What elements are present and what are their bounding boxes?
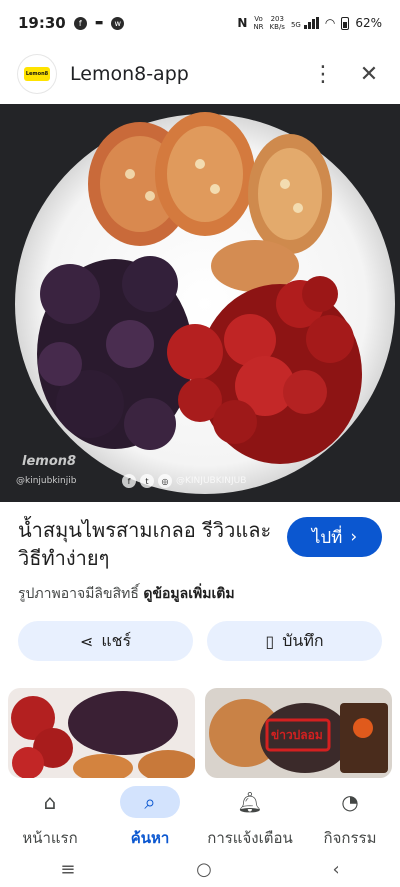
lemon8-logo: Lemon8 <box>18 55 56 93</box>
battery-icon <box>341 16 350 30</box>
herbal-drink-photo <box>0 104 400 502</box>
bell-icon: 🔔︎ <box>237 790 263 814</box>
app-header: Lemon8 Lemon8-app ⋮ ✕ <box>0 48 400 100</box>
status-bar: 19:30 f ▬ w N Vo NR 203 KB/s 5G ◠ 62% <box>0 0 400 46</box>
share-label: แชร์ <box>101 630 132 650</box>
related-results: ข่าวปลอม <box>8 688 392 778</box>
save-button[interactable]: ▯ บันทึก <box>207 621 382 661</box>
nav-home[interactable]: ⌂ หน้าแรก <box>0 778 100 852</box>
system-nav-bar: ≡ ○ ‹ <box>0 852 400 887</box>
related-thumbnail[interactable]: ข่าวปลอม <box>205 688 392 778</box>
chevron-right-icon: › <box>350 527 358 547</box>
status-time: 19:30 <box>18 14 66 32</box>
save-label: บันทึก <box>282 630 324 650</box>
back-icon[interactable]: ‹ <box>332 859 339 880</box>
home-circle-icon[interactable]: ○ <box>196 859 212 880</box>
app-notification-icon: w <box>111 16 125 30</box>
visit-label: ไปที่ <box>311 527 343 548</box>
nav-label: หน้าแรก <box>22 829 78 847</box>
battery-level: 62% <box>355 16 382 30</box>
visit-button[interactable]: ไปที่ › <box>287 517 382 557</box>
more-vert-icon[interactable]: ⋮ <box>308 62 338 87</box>
nav-label: กิจกรรม <box>323 829 377 847</box>
nav-activity[interactable]: ◔ กิจกรรม <box>300 778 400 852</box>
nav-label: การแจ้งเตือน <box>207 829 293 847</box>
rights-text: รูปภาพอาจมีลิขสิทธิ์ <box>18 586 139 602</box>
related-thumbnail[interactable] <box>8 688 195 778</box>
fake-news-stamp: ข่าวปลอม <box>271 728 323 742</box>
close-icon[interactable]: ✕ <box>356 62 382 87</box>
nfc-icon: N <box>237 16 248 30</box>
share-button[interactable]: ⋖ แชร์ <box>18 621 193 661</box>
signal-icon: 5G <box>291 17 319 29</box>
facebook-icon: f <box>122 474 136 488</box>
notification-dots-icon: ▬ <box>94 18 104 28</box>
share-icon: ⋖ <box>79 631 94 651</box>
bottom-nav: ⌂ หน้าแรก ⌕ ค้นหา 🔔︎ การแจ้งเตือน ◔ กิจก… <box>0 778 400 852</box>
result-image[interactable]: lemon8 @kinjubkinjib f t ◎ @KINJUBKINJUB <box>0 104 400 502</box>
recents-icon[interactable]: ≡ <box>60 859 75 880</box>
result-title: น้ำสมุนไพรสามเกลอ รีวิวและวิธีทำง่ายๆ <box>18 518 272 570</box>
nav-search[interactable]: ⌕ ค้นหา <box>100 778 200 852</box>
watermark-social: f t ◎ @KINJUBKINJUB <box>122 474 246 488</box>
nav-label: ค้นหา <box>130 829 170 847</box>
watermark-logo: lemon8 <box>22 454 77 469</box>
bookmark-icon: ▯ <box>265 631 275 651</box>
activity-icon: ◔ <box>341 790 359 814</box>
page-title: Lemon8-app <box>70 63 189 85</box>
instagram-icon: ◎ <box>158 474 172 488</box>
nav-notifications[interactable]: 🔔︎ การแจ้งเตือน <box>200 778 300 852</box>
net-speed: 203 KB/s <box>269 15 285 31</box>
twitter-icon: t <box>140 474 154 488</box>
search-icon: ⌕ <box>120 786 180 818</box>
facebook-icon: f <box>73 16 87 30</box>
watermark-handle: @kinjubkinjib <box>16 476 77 486</box>
rights-notice: รูปภาพอาจมีลิขสิทธิ์ ดูข้อมูลเพิ่มเติม <box>18 583 235 605</box>
action-row: ⋖ แชร์ ▯ บันทึก <box>18 621 382 661</box>
more-info-link[interactable]: ดูข้อมูลเพิ่มเติม <box>143 586 234 602</box>
wifi-icon: ◠ <box>324 16 336 30</box>
home-icon: ⌂ <box>43 790 57 814</box>
volte-icon: Vo NR <box>253 15 264 31</box>
